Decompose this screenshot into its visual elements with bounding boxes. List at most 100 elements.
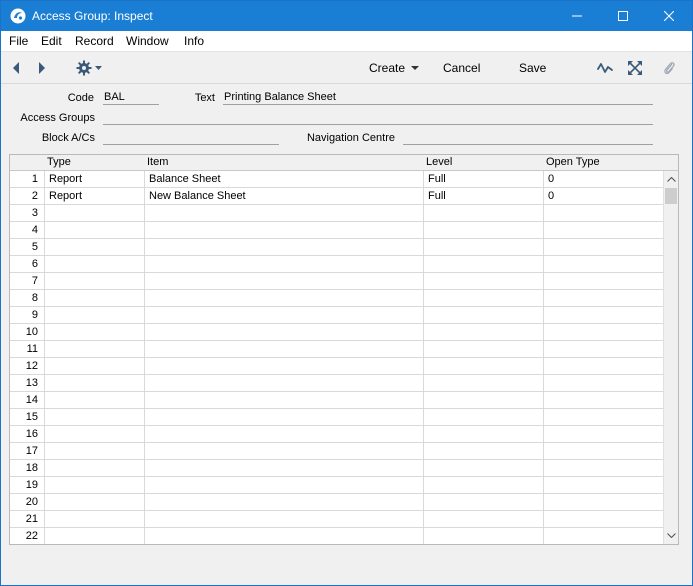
access-groups-field[interactable] (103, 111, 653, 125)
level-cell[interactable] (423, 307, 543, 323)
item-cell[interactable] (144, 443, 423, 459)
type-cell[interactable]: Report (44, 188, 144, 204)
open-type-cell[interactable] (543, 511, 663, 527)
table-row[interactable]: 5 (10, 239, 663, 256)
item-cell[interactable] (144, 494, 423, 510)
open-type-cell[interactable] (543, 392, 663, 408)
item-cell[interactable] (144, 426, 423, 442)
level-cell[interactable] (423, 494, 543, 510)
item-cell[interactable] (144, 409, 423, 425)
create-button[interactable]: Create (369, 58, 420, 78)
menu-record[interactable]: Record (75, 34, 114, 48)
item-cell[interactable] (144, 256, 423, 272)
scroll-down-icon[interactable] (666, 530, 677, 541)
activity-button[interactable] (597, 58, 613, 78)
open-type-cell[interactable] (543, 528, 663, 544)
expand-button[interactable] (628, 58, 642, 78)
open-type-cell[interactable] (543, 239, 663, 255)
open-type-cell[interactable]: 0 (543, 188, 663, 204)
table-row[interactable]: 2 Report New Balance Sheet Full 0 (10, 188, 663, 205)
level-cell[interactable] (423, 392, 543, 408)
level-cell[interactable] (423, 358, 543, 374)
level-cell[interactable] (423, 341, 543, 357)
level-cell[interactable] (423, 324, 543, 340)
table-row[interactable]: 13 (10, 375, 663, 392)
type-cell[interactable] (44, 205, 144, 221)
column-header-open-type[interactable]: Open Type (546, 156, 600, 168)
open-type-cell[interactable] (543, 273, 663, 289)
type-cell[interactable] (44, 256, 144, 272)
item-cell[interactable] (144, 375, 423, 391)
item-cell[interactable] (144, 392, 423, 408)
table-row[interactable]: 10 (10, 324, 663, 341)
open-type-cell[interactable]: 0 (543, 171, 663, 187)
open-type-cell[interactable] (543, 494, 663, 510)
item-cell[interactable] (144, 341, 423, 357)
save-button[interactable]: Save (519, 58, 546, 78)
open-type-cell[interactable] (543, 205, 663, 221)
item-cell[interactable] (144, 324, 423, 340)
item-cell[interactable] (144, 307, 423, 323)
open-type-cell[interactable] (543, 341, 663, 357)
table-row[interactable]: 20 (10, 494, 663, 511)
maximize-button[interactable] (600, 1, 646, 31)
type-cell[interactable]: Report (44, 171, 144, 187)
open-type-cell[interactable] (543, 375, 663, 391)
type-cell[interactable] (44, 443, 144, 459)
scroll-up-icon[interactable] (666, 174, 677, 185)
vertical-scrollbar[interactable] (663, 171, 678, 544)
scrollbar-thumb[interactable] (665, 188, 677, 204)
column-header-level[interactable]: Level (426, 156, 452, 168)
menu-file[interactable]: File (9, 34, 28, 48)
open-type-cell[interactable] (543, 307, 663, 323)
open-type-cell[interactable] (543, 256, 663, 272)
type-cell[interactable] (44, 460, 144, 476)
open-type-cell[interactable] (543, 222, 663, 238)
level-cell[interactable] (423, 273, 543, 289)
type-cell[interactable] (44, 239, 144, 255)
level-cell[interactable] (423, 443, 543, 459)
item-cell[interactable] (144, 511, 423, 527)
level-cell[interactable] (423, 205, 543, 221)
type-cell[interactable] (44, 392, 144, 408)
table-row[interactable]: 22 (10, 528, 663, 544)
type-cell[interactable] (44, 477, 144, 493)
level-cell[interactable] (423, 290, 543, 306)
table-row[interactable]: 18 (10, 460, 663, 477)
table-row[interactable]: 15 (10, 409, 663, 426)
level-cell[interactable] (423, 222, 543, 238)
close-button[interactable] (646, 1, 692, 31)
text-field[interactable]: Printing Balance Sheet (223, 91, 653, 105)
table-row[interactable]: 7 (10, 273, 663, 290)
cancel-button[interactable]: Cancel (443, 58, 480, 78)
type-cell[interactable] (44, 273, 144, 289)
table-row[interactable]: 16 (10, 426, 663, 443)
level-cell[interactable] (423, 511, 543, 527)
minimize-button[interactable] (554, 1, 600, 31)
item-cell[interactable] (144, 528, 423, 544)
code-field[interactable]: BAL (103, 91, 159, 105)
block-acs-field[interactable] (103, 131, 279, 145)
menu-info[interactable]: Info (184, 34, 204, 48)
table-row[interactable]: 8 (10, 290, 663, 307)
table-row[interactable]: 4 (10, 222, 663, 239)
table-row[interactable]: 11 (10, 341, 663, 358)
level-cell[interactable] (423, 256, 543, 272)
back-button[interactable] (11, 58, 21, 78)
level-cell[interactable] (423, 460, 543, 476)
table-row[interactable]: 21 (10, 511, 663, 528)
open-type-cell[interactable] (543, 324, 663, 340)
open-type-cell[interactable] (543, 409, 663, 425)
item-cell[interactable] (144, 239, 423, 255)
type-cell[interactable] (44, 511, 144, 527)
table-row[interactable]: 9 (10, 307, 663, 324)
column-header-item[interactable]: Item (147, 156, 168, 168)
open-type-cell[interactable] (543, 426, 663, 442)
type-cell[interactable] (44, 528, 144, 544)
level-cell[interactable]: Full (423, 171, 543, 187)
table-row[interactable]: 17 (10, 443, 663, 460)
item-cell[interactable] (144, 222, 423, 238)
level-cell[interactable] (423, 528, 543, 544)
type-cell[interactable] (44, 358, 144, 374)
level-cell[interactable] (423, 426, 543, 442)
